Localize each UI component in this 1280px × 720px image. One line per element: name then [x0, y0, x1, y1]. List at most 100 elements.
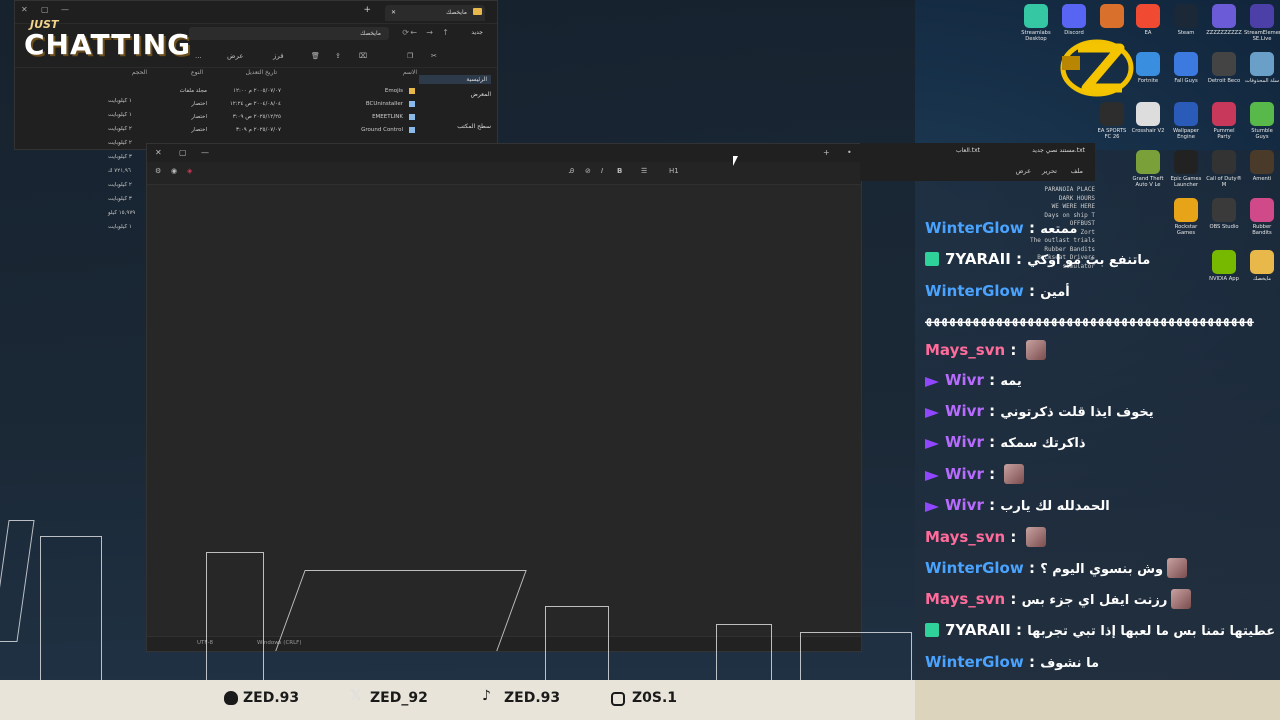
italic-icon[interactable]: I [601, 167, 603, 175]
chat-username[interactable]: Mays_svn [925, 528, 1005, 546]
chat-text: رزنت ايفل اي جزء بس [1021, 593, 1168, 608]
share-icon[interactable]: ⇪ [335, 52, 341, 60]
back-icon[interactable]: ← [410, 28, 417, 37]
subscriber-badge-icon [925, 623, 939, 637]
explorer-new-button[interactable]: جديد [471, 29, 483, 36]
file-row[interactable]: Ground Control ٢٠٢٥/٠٧/٠٧ م ٣:٠٩ اختصار [23, 124, 417, 137]
list-icon[interactable]: ☰ [641, 167, 647, 175]
rename-icon[interactable]: ⌧ [359, 52, 367, 60]
chat-username[interactable]: Mays_svn [925, 590, 1005, 608]
view-button[interactable]: عرض [227, 52, 244, 60]
file-name: EMEETLINK [372, 114, 403, 120]
chat-username[interactable]: 7YARAII [945, 250, 1011, 268]
chat-text: ممتعه [1040, 222, 1078, 237]
explorer-close-icon[interactable]: ✕ [21, 5, 28, 14]
desktop-icon[interactable]: Rubber Bandits [1244, 198, 1280, 236]
column-size[interactable]: الحجم [132, 69, 147, 76]
chat-username[interactable]: 7YARAII [945, 621, 1011, 639]
np2-tab-1[interactable]: مستند نصي جديد.txt [1032, 147, 1085, 154]
column-name[interactable]: الاسم [403, 69, 417, 76]
heading-button[interactable]: H1 [669, 167, 679, 175]
chat-separator: : [983, 433, 1001, 451]
chat-separator: : [983, 371, 1001, 389]
menu-edit[interactable]: تحرير [1042, 167, 1057, 175]
sidebar-item-desktop[interactable]: سطح المكتب [457, 123, 491, 130]
decor-outline [800, 632, 912, 681]
desktop-icon[interactable]: Pummel Party [1206, 102, 1242, 140]
explorer-maximize-icon[interactable]: ▢ [41, 5, 49, 14]
desktop-icon[interactable]: Epic Games Launcher [1168, 150, 1204, 188]
copy-icon[interactable]: ❐ [407, 52, 413, 60]
bold-icon[interactable]: B [617, 167, 622, 175]
desktop-icon-label: Detroit Beco [1207, 78, 1241, 84]
address-bar[interactable]: مايخصك [189, 27, 389, 40]
desktop-icon[interactable]: Streamlabs Desktop [1018, 4, 1054, 42]
chat-text: يمه [1000, 374, 1022, 389]
desktop-icon[interactable]: سلة المحذوفات [1244, 52, 1280, 84]
notepad-tab-dot-icon[interactable]: • [847, 148, 852, 157]
column-type[interactable]: النوع [191, 69, 203, 76]
forward-icon[interactable]: → [426, 28, 433, 37]
desktop-icon[interactable]: NVIDIA App [1206, 250, 1242, 282]
desktop-icon[interactable]: Wallpaper Engine [1168, 102, 1204, 140]
chat-username[interactable]: Wivr [945, 433, 984, 451]
settings-icon[interactable]: ⚙ [155, 167, 161, 175]
link-icon[interactable]: ⊘ [585, 167, 591, 175]
notepad-maximize-icon[interactable]: ▢ [179, 148, 187, 157]
np2-tab-2[interactable]: العاب.txt [956, 147, 980, 154]
desktop-icon[interactable]: StreamElements SE.Live [1244, 4, 1280, 42]
chat-username[interactable]: Wivr [945, 465, 984, 483]
desktop-icon[interactable]: Stumble Guys [1244, 102, 1280, 140]
desktop-icon[interactable]: EA SPORTS FC 26 [1094, 102, 1130, 140]
explorer-minimize-icon[interactable]: — [61, 5, 69, 14]
delete-icon[interactable]: 🗑 [311, 52, 320, 60]
sidebar-item-home[interactable]: الرئيسية [419, 75, 491, 84]
desktop-icon[interactable]: مايخصك [1244, 250, 1280, 282]
desktop-icon[interactable] [1094, 4, 1130, 30]
file-type: اختصار [191, 114, 207, 120]
cut-icon[interactable]: ✂ [431, 52, 437, 60]
sidebar-item-gallery[interactable]: المعرض [471, 91, 491, 98]
chat-username[interactable]: WinterGlow [925, 653, 1024, 671]
notepad-new-tab-icon[interactable]: + [823, 148, 830, 157]
desktop-icon[interactable]: OBS Studio [1206, 198, 1242, 230]
refresh-icon[interactable]: ⟳ [402, 28, 409, 37]
desktop-icon[interactable]: Amenti [1244, 150, 1280, 182]
format-clear-icon[interactable]: Ꭿ [569, 167, 574, 176]
desktop-icon-label: StreamElements SE.Live [1244, 30, 1280, 42]
chat-message: Wivr : يمه [925, 370, 1022, 394]
account-icon[interactable]: ◉ [171, 167, 177, 175]
file-row[interactable]: BCUninstaller ٢٠٠٤/٠٨/٠٤ ص ١٢:٢٤ اختصار [23, 98, 417, 111]
explorer-tab[interactable]: ✕ مايخصك [385, 5, 485, 21]
up-icon[interactable]: ↑ [442, 28, 449, 37]
chat-username[interactable]: WinterGlow [925, 282, 1024, 300]
desktop-icon[interactable]: Rockstar Games [1168, 198, 1204, 236]
chat-username[interactable]: Wivr [945, 496, 984, 514]
chat-username[interactable]: WinterGlow [925, 559, 1024, 577]
chat-username[interactable]: Wivr [945, 402, 984, 420]
file-row[interactable]: Emojis ٢٠٠٥/٠٧/٠٧ م ١٢:٠٠ مجلد ملفات [23, 85, 417, 98]
chat-username[interactable]: Mays_svn [925, 341, 1005, 359]
file-size: ١ كيلوبايت [108, 224, 132, 230]
desktop-icon[interactable]: ZZZZZZZZZZ [1206, 4, 1242, 36]
menu-file[interactable]: ملف [1071, 167, 1083, 175]
desktop-icon[interactable]: Steam [1168, 4, 1204, 36]
desktop-icon[interactable]: Detroit Beco [1206, 52, 1242, 84]
notepad-close-icon[interactable]: ✕ [155, 148, 162, 157]
folder-icon [409, 88, 415, 94]
desktop-icon[interactable]: Crosshair V2 [1130, 102, 1166, 134]
chat-username[interactable]: WinterGlow [925, 219, 1024, 237]
more-options-button[interactable]: ... [195, 52, 202, 60]
menu-view[interactable]: عرض [1016, 167, 1031, 175]
new-tab-icon[interactable]: + [363, 5, 371, 15]
copilot-icon[interactable]: ◈ [187, 167, 192, 175]
chat-username[interactable]: Wivr [945, 371, 984, 389]
app-icon [1250, 198, 1274, 222]
notepad-minimize-icon[interactable]: — [201, 148, 209, 157]
sort-button[interactable]: فرز [273, 52, 284, 60]
column-modified[interactable]: تاريخ التعديل [246, 69, 277, 76]
file-row[interactable]: EMEETLINK ٢٠٢٥/١٢/٢٥ ص ٣:٠٩ اختصار [23, 111, 417, 124]
desktop-icon[interactable]: Fall Guys [1168, 52, 1204, 84]
desktop-icon[interactable]: Call of Duty® M [1206, 150, 1242, 188]
desktop-icon[interactable]: Grand Theft Auto V Le [1130, 150, 1166, 188]
